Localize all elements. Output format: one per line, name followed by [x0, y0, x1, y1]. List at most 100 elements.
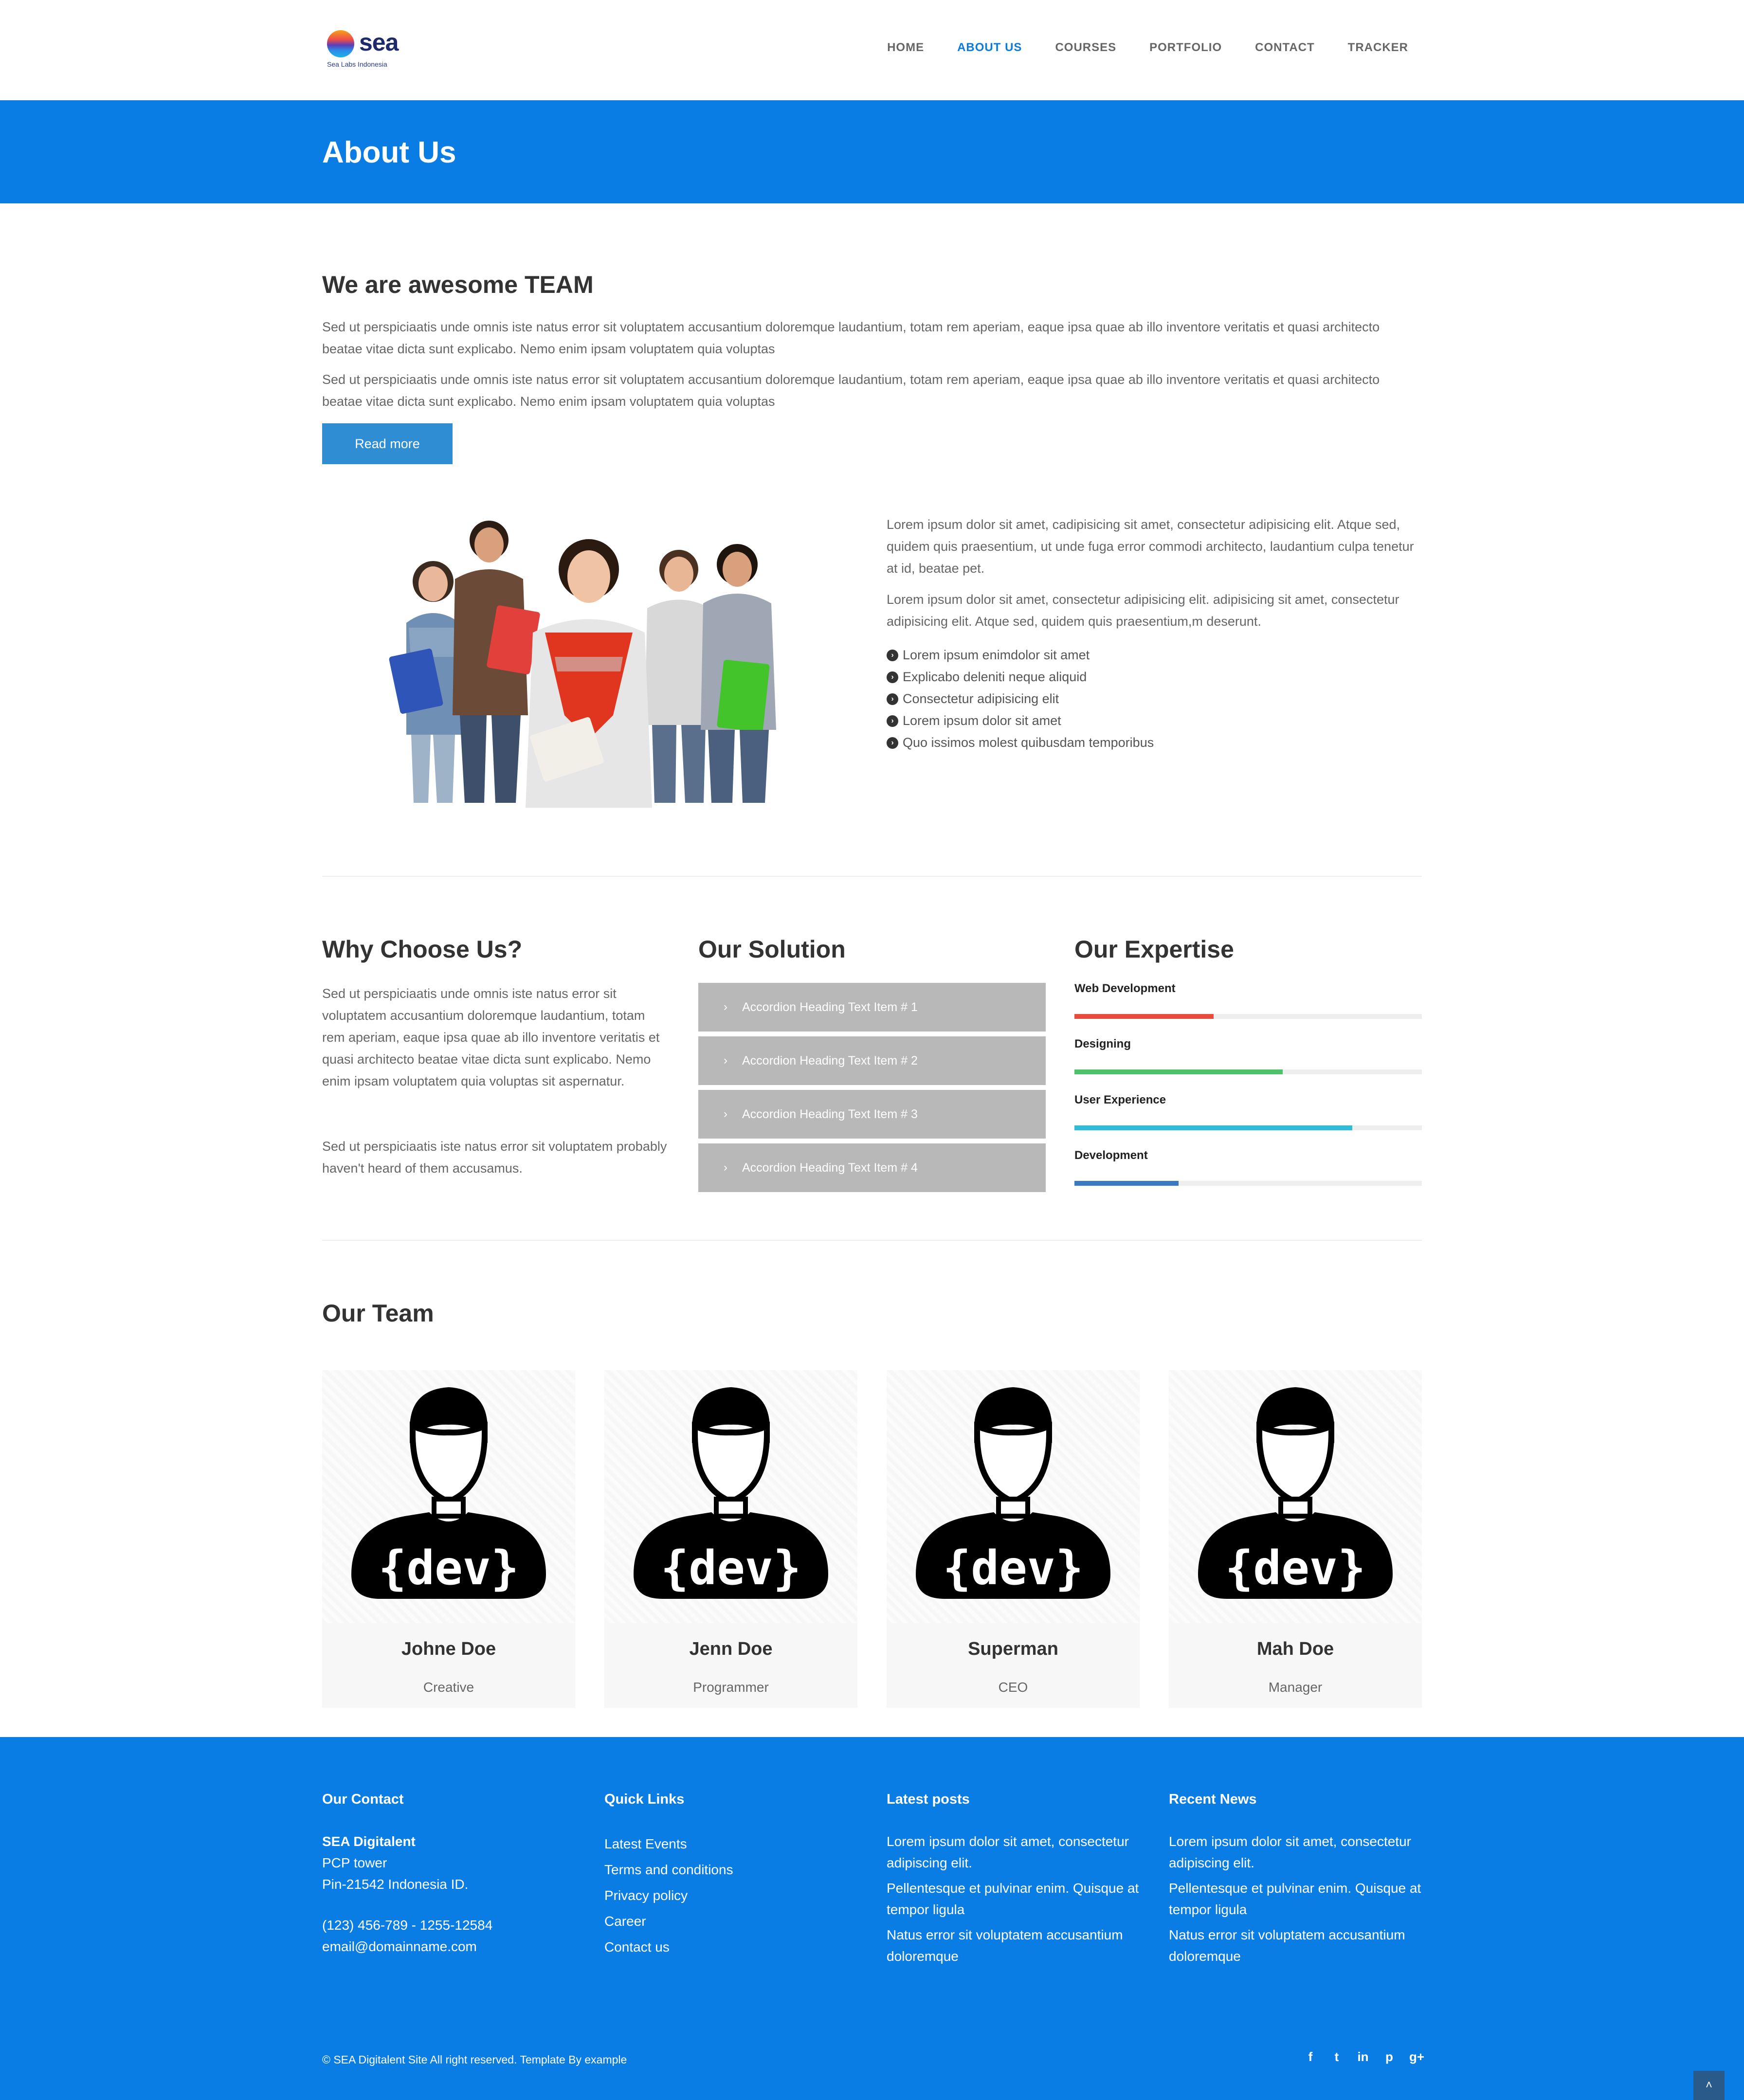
address-line: Pin-21542 Indonesia ID. — [322, 1877, 469, 1892]
footer-link[interactable]: Career — [604, 1908, 867, 1934]
accordion-item-2[interactable]: › Accordion Heading Text Item # 2 — [698, 1036, 1046, 1085]
footer-link[interactable]: Contact us — [604, 1934, 867, 1960]
nav-portfolio[interactable]: PORTFOLIO — [1149, 41, 1222, 54]
dev-badge-text: {dev} — [379, 1541, 519, 1595]
list-item-label: Quo issimos molest quibusdam temporibus — [903, 735, 1154, 750]
skill-bar-fill — [1074, 1125, 1353, 1130]
member-name: Johne Doe — [401, 1639, 496, 1659]
nav-courses[interactable]: COURSES — [1055, 41, 1116, 54]
skill-label: User Experience — [1074, 1093, 1166, 1106]
team-card-info: Superman CEO — [887, 1623, 1140, 1708]
logo-mark-icon — [327, 30, 354, 57]
copyright: © SEA Digitalent Site All right reserved… — [322, 2053, 627, 2066]
social-links: f t in p g+ — [1304, 2049, 1424, 2064]
chevron-right-icon: › — [724, 1054, 727, 1067]
intro-heading: We are awesome TEAM — [322, 271, 594, 298]
main-nav: HOME ABOUT US COURSES PORTFOLIO CONTACT … — [854, 41, 1408, 54]
team-card[interactable]: {dev} Superman CEO — [887, 1370, 1140, 1708]
footer-link[interactable]: Privacy policy — [604, 1883, 867, 1908]
post-link[interactable]: Pellentesque et pulvinar enim. Quisque a… — [887, 1878, 1149, 1920]
arrow-circle-right-icon: › — [887, 693, 898, 705]
accordion-item-1[interactable]: › Accordion Heading Text Item # 1 — [698, 983, 1046, 1032]
pinterest-icon[interactable]: p — [1383, 2049, 1396, 2064]
footer-quick-links: Quick Links Latest Events Terms and cond… — [604, 1792, 867, 1960]
skill-bar-web-development — [1074, 1014, 1422, 1019]
list-item: › Explicabo deleniti neque aliquid — [887, 666, 1422, 688]
skill-bar-designing — [1074, 1069, 1422, 1074]
team-card[interactable]: {dev} Jenn Doe Programmer — [604, 1370, 857, 1708]
logo-subtitle: Sea Labs Indonesia — [327, 60, 387, 68]
post-link[interactable]: Lorem ipsum dolor sit amet, consectetur … — [887, 1831, 1149, 1874]
list-item-label: Consectetur adipisicing elit — [903, 691, 1059, 706]
team-card-info: Johne Doe Creative — [322, 1623, 575, 1708]
accordion-item-3[interactable]: › Accordion Heading Text Item # 3 — [698, 1090, 1046, 1139]
nav-contact[interactable]: CONTACT — [1255, 41, 1315, 54]
news-link[interactable]: Pellentesque et pulvinar enim. Quisque a… — [1169, 1878, 1432, 1920]
skill-bar-development — [1074, 1181, 1422, 1186]
developer-avatar-icon: {dev} — [1198, 1387, 1393, 1599]
accordion-heading: Accordion Heading Text Item # 2 — [742, 1053, 918, 1068]
member-name: Mah Doe — [1256, 1639, 1334, 1659]
facebook-icon[interactable]: f — [1304, 2049, 1317, 2064]
team-card[interactable]: {dev} Mah Doe Manager — [1169, 1370, 1422, 1708]
arrow-circle-right-icon: › — [887, 715, 898, 727]
team-card[interactable]: {dev} Johne Doe Creative — [322, 1370, 575, 1708]
email[interactable]: email@domainname.com — [322, 1936, 585, 1957]
google-plus-icon[interactable]: g+ — [1409, 2049, 1424, 2064]
team-card-info: Jenn Doe Programmer — [604, 1623, 857, 1708]
accordion-item-4[interactable]: › Accordion Heading Text Item # 4 — [698, 1143, 1046, 1192]
list-item: › Lorem ipsum dolor sit amet — [887, 710, 1422, 732]
intro-paragraph-1: Sed ut perspiciaatis unde omnis iste nat… — [322, 320, 1380, 356]
linkedin-icon[interactable]: in — [1357, 2049, 1369, 2064]
developer-avatar-icon: {dev} — [634, 1387, 828, 1599]
read-more-button[interactable]: Read more — [322, 423, 453, 464]
why-paragraph-2: Sed ut perspiciaatis iste natus error si… — [322, 1139, 667, 1176]
logo-text: sea — [359, 29, 399, 56]
member-role: Manager — [1268, 1680, 1323, 1695]
back-to-top-button[interactable]: ˄ — [1693, 2071, 1725, 2100]
twitter-icon[interactable]: t — [1330, 2049, 1343, 2064]
intro-paragraph-2: Sed ut perspiciaatis unde omnis iste nat… — [322, 372, 1380, 409]
nav-home[interactable]: HOME — [887, 41, 924, 54]
nav-tracker[interactable]: TRACKER — [1348, 41, 1408, 54]
skill-label: Development — [1074, 1149, 1148, 1162]
section-divider — [322, 1240, 1422, 1241]
member-role: Programmer — [693, 1680, 769, 1695]
students-group-image — [389, 521, 776, 808]
list-item: › Quo issimos molest quibusdam temporibus — [887, 732, 1422, 754]
developer-avatar-icon: {dev} — [351, 1387, 546, 1599]
footer-latest-posts: Latest posts Lorem ipsum dolor sit amet,… — [887, 1792, 1149, 1967]
list-item-label: Lorem ipsum dolor sit amet — [903, 713, 1061, 728]
skill-bar-fill — [1074, 1181, 1179, 1186]
footer-link[interactable]: Terms and conditions — [604, 1857, 867, 1883]
arrow-circle-right-icon: › — [887, 671, 898, 683]
page-banner: About Us — [0, 100, 1744, 203]
footer-recent-news: Recent News Lorem ipsum dolor sit amet, … — [1169, 1792, 1432, 1967]
nav-about-us[interactable]: ABOUT US — [957, 41, 1022, 54]
section-divider — [322, 876, 1422, 877]
list-item-label: Lorem ipsum enimdolor sit amet — [903, 648, 1090, 662]
phone: (123) 456-789 - 1255-12584 — [322, 1918, 493, 1933]
arrow-circle-right-icon: › — [887, 737, 898, 749]
solution-heading: Our Solution — [698, 936, 846, 963]
skill-label: Designing — [1074, 1037, 1131, 1050]
list-item-label: Explicabo deleniti neque aliquid — [903, 670, 1087, 684]
list-item: › Lorem ipsum enimdolor sit amet — [887, 644, 1422, 666]
why-heading: Why Choose Us? — [322, 936, 523, 963]
footer-heading: Latest posts — [887, 1792, 970, 1807]
accordion-heading: Accordion Heading Text Item # 4 — [742, 1160, 918, 1175]
about-paragraph-2: Lorem ipsum dolor sit amet, consectetur … — [887, 592, 1399, 629]
logo[interactable]: sea Sea Labs Indonesia — [327, 28, 405, 72]
post-link[interactable]: Natus error sit voluptatem accusantium d… — [887, 1924, 1149, 1967]
skill-bar-user-experience — [1074, 1125, 1422, 1130]
footer-heading: Recent News — [1169, 1792, 1257, 1807]
chevron-right-icon: › — [724, 1161, 727, 1174]
news-link[interactable]: Natus error sit voluptatem accusantium d… — [1169, 1924, 1432, 1967]
news-link[interactable]: Lorem ipsum dolor sit amet, consectetur … — [1169, 1831, 1432, 1874]
dev-badge-text: {dev} — [1225, 1541, 1366, 1595]
footer-link[interactable]: Latest Events — [604, 1831, 867, 1857]
team-photo: {dev} — [1169, 1370, 1422, 1623]
team-photo: {dev} — [322, 1370, 575, 1623]
about-paragraph-1: Lorem ipsum dolor sit amet, cadipisicing… — [887, 517, 1414, 576]
skill-bar-fill — [1074, 1069, 1283, 1074]
